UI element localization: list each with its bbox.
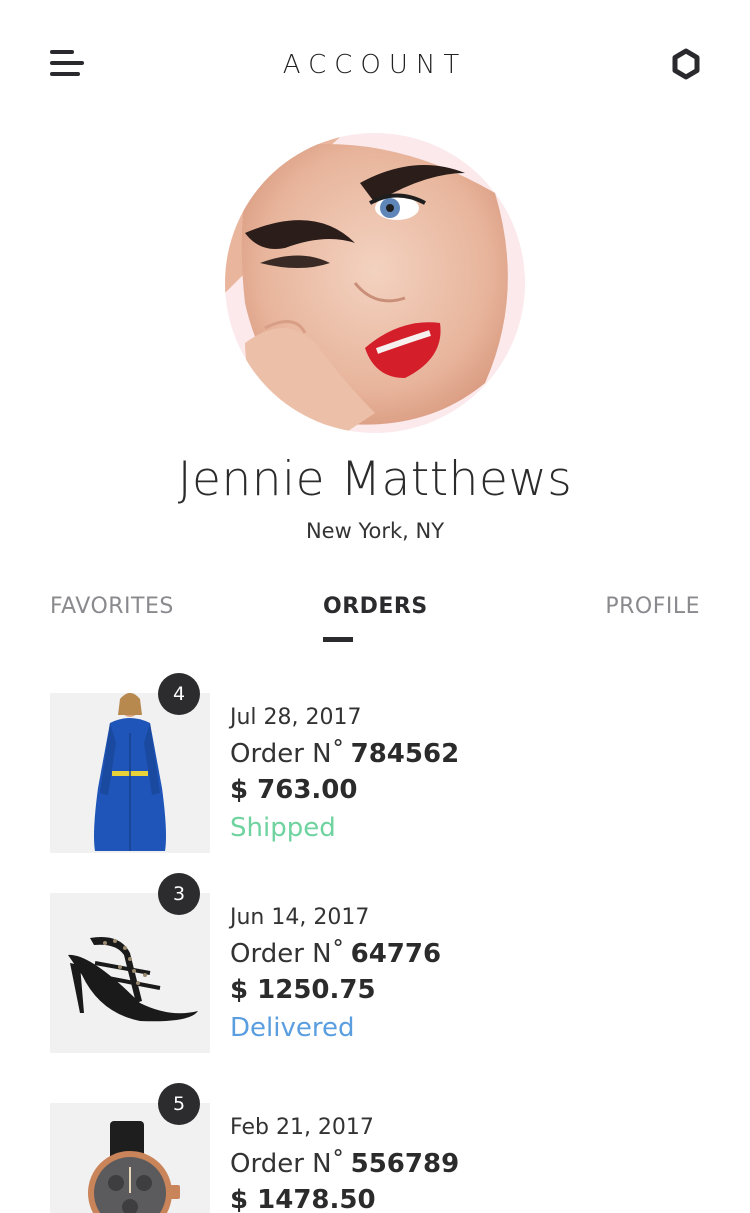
order-price: $ 1478.50 xyxy=(230,1185,376,1213)
order-date: Feb 21, 2017 xyxy=(230,1115,374,1140)
quantity-badge: 3 xyxy=(158,873,200,915)
avatar[interactable] xyxy=(225,133,525,433)
order-number: 556789 xyxy=(350,1149,460,1179)
order-number-row: Order N˚ 64776 xyxy=(230,939,441,975)
order-info: Feb 21, 2017 Order N˚ 556789 $ 1478.50 xyxy=(230,1103,459,1213)
active-tab-indicator xyxy=(323,637,353,642)
order-info: Jul 28, 2017 Order N˚ 784562 $ 763.00 Shi… xyxy=(230,693,459,843)
order-info: Jun 14, 2017 Order N˚ 64776 $ 1250.75 Del… xyxy=(230,893,441,1043)
order-date: Jun 14, 2017 xyxy=(230,905,370,930)
order-item[interactable]: 4 Jul 28, 2017 Order N˚ 784562 $ 763.00 S… xyxy=(50,673,700,853)
order-number-label: Order N˚ xyxy=(230,1149,345,1179)
product-thumbnail xyxy=(50,693,210,853)
app-header: ACCOUNT xyxy=(0,0,750,130)
order-price: $ 1250.75 xyxy=(230,975,376,1005)
tab-favorites[interactable]: FAVORITES xyxy=(50,594,174,619)
page-title: ACCOUNT xyxy=(282,50,468,80)
user-location: New York, NY xyxy=(305,519,445,543)
quantity-badge: 4 xyxy=(158,673,200,715)
tab-orders[interactable]: ORDERS xyxy=(323,594,428,619)
product-thumbnail xyxy=(50,893,210,1053)
order-status: Shipped xyxy=(230,813,336,843)
order-number-label: Order N˚ xyxy=(230,739,345,769)
order-item[interactable]: 3 Jun 14, 2017 Order N˚ 64776 $ 1250.75 D… xyxy=(50,873,700,1053)
order-price: $ 763.00 xyxy=(230,775,358,805)
user-name: Jennie Matthews xyxy=(177,452,573,507)
order-status: Delivered xyxy=(230,1013,355,1043)
order-number-row: Order N˚ 784562 xyxy=(230,739,459,775)
order-number-row: Order N˚ 556789 xyxy=(230,1149,459,1185)
order-number: 64776 xyxy=(350,939,442,969)
gear-icon[interactable] xyxy=(666,44,706,84)
quantity-badge: 5 xyxy=(158,1083,200,1125)
order-number-label: Order N˚ xyxy=(230,939,345,969)
order-item[interactable]: 5 Feb 21, 2017 Order N˚ 556789 $ 1478.50 xyxy=(50,1083,700,1213)
order-number: 784562 xyxy=(350,739,460,769)
tab-profile[interactable]: PROFILE xyxy=(605,594,700,619)
order-date: Jul 28, 2017 xyxy=(230,705,362,730)
